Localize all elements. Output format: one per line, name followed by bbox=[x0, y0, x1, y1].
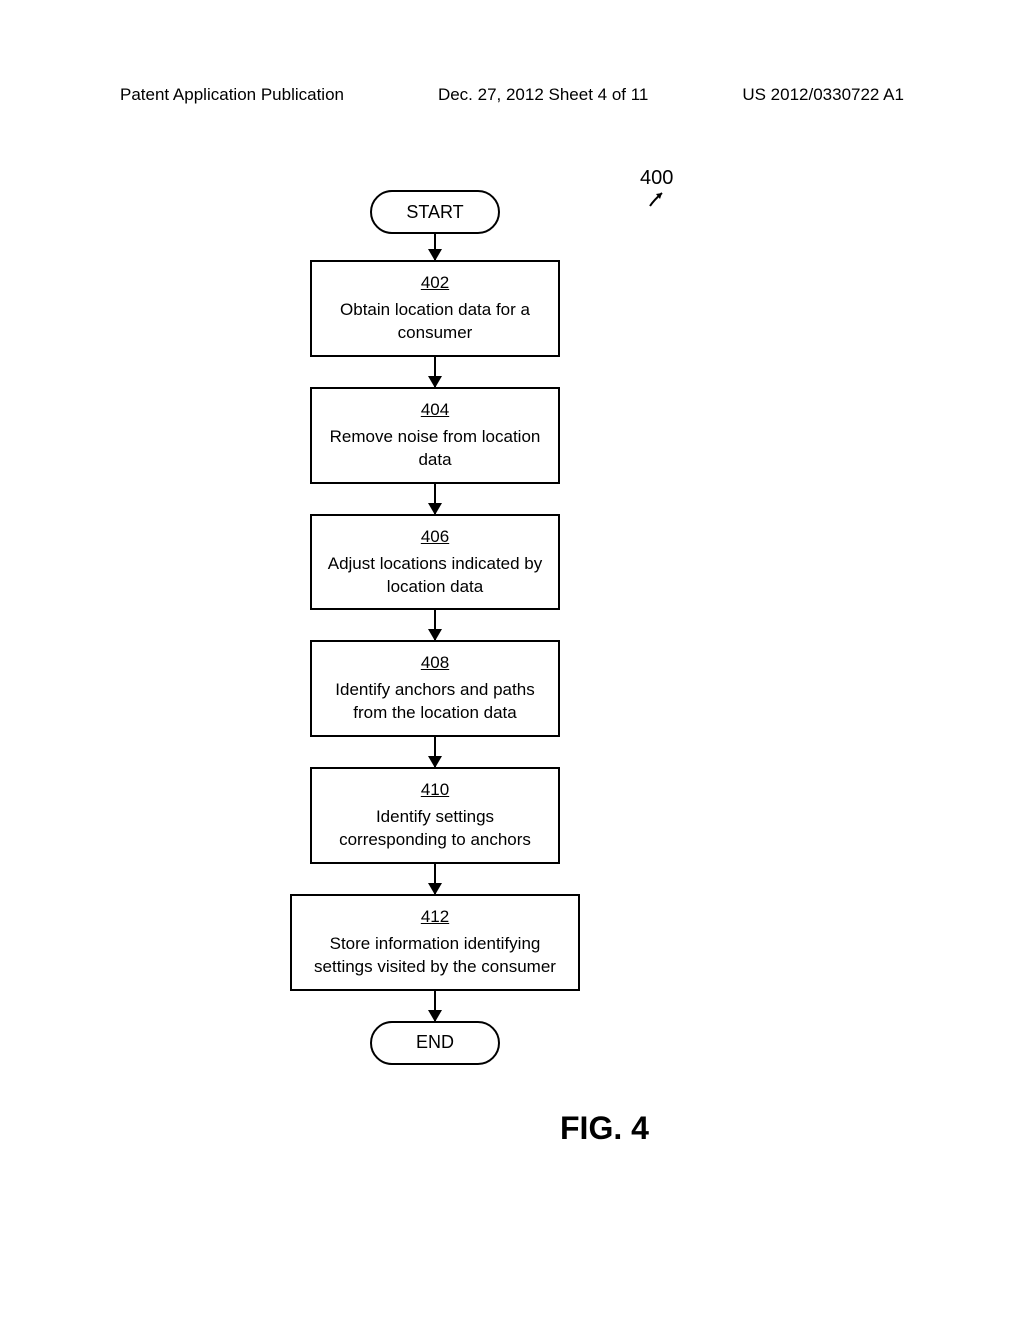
flow-arrow-icon bbox=[280, 234, 590, 260]
page-header: Patent Application Publication Dec. 27, … bbox=[0, 85, 1024, 105]
step-number: 404 bbox=[326, 399, 544, 422]
flow-arrow-icon bbox=[280, 610, 590, 640]
flowchart-step-402: 402 Obtain location data for a consumer bbox=[310, 260, 560, 357]
flowchart-step-410: 410 Identify settings corresponding to a… bbox=[310, 767, 560, 864]
step-number: 402 bbox=[326, 272, 544, 295]
step-text: Identify anchors and paths from the loca… bbox=[335, 680, 534, 722]
flowchart-step-404: 404 Remove noise from location data bbox=[310, 387, 560, 484]
step-number: 412 bbox=[306, 906, 564, 929]
flow-arrow-icon bbox=[280, 357, 590, 387]
step-number: 406 bbox=[326, 526, 544, 549]
step-number: 408 bbox=[326, 652, 544, 675]
flowchart-step-412: 412 Store information identifying settin… bbox=[290, 894, 580, 991]
step-text: Remove noise from location data bbox=[330, 427, 541, 469]
end-label: END bbox=[416, 1032, 454, 1053]
step-text: Obtain location data for a consumer bbox=[340, 300, 530, 342]
start-label: START bbox=[406, 202, 463, 223]
flow-arrow-icon bbox=[280, 864, 590, 894]
flowchart-step-406: 406 Adjust locations indicated by locati… bbox=[310, 514, 560, 611]
flowchart-end-terminal: END bbox=[370, 1021, 500, 1065]
step-text: Store information identifying settings v… bbox=[314, 934, 556, 976]
figure-reference-number: 400 bbox=[640, 167, 673, 190]
step-number: 410 bbox=[326, 779, 544, 802]
step-text: Adjust locations indicated by location d… bbox=[328, 554, 543, 596]
flowchart-step-408: 408 Identify anchors and paths from the … bbox=[310, 640, 560, 737]
flow-arrow-icon bbox=[280, 991, 590, 1021]
header-right: US 2012/0330722 A1 bbox=[742, 85, 904, 105]
flowchart-start-terminal: START bbox=[370, 190, 500, 234]
figure-label: FIG. 4 bbox=[560, 1110, 649, 1147]
flowchart-container: START 402 Obtain location data for a con… bbox=[280, 190, 590, 1065]
header-left: Patent Application Publication bbox=[120, 85, 344, 105]
flow-arrow-icon bbox=[280, 737, 590, 767]
figure-reference-arrow-icon bbox=[648, 190, 668, 213]
flow-arrow-icon bbox=[280, 484, 590, 514]
header-center: Dec. 27, 2012 Sheet 4 of 11 bbox=[438, 85, 648, 105]
step-text: Identify settings corresponding to ancho… bbox=[339, 807, 531, 849]
